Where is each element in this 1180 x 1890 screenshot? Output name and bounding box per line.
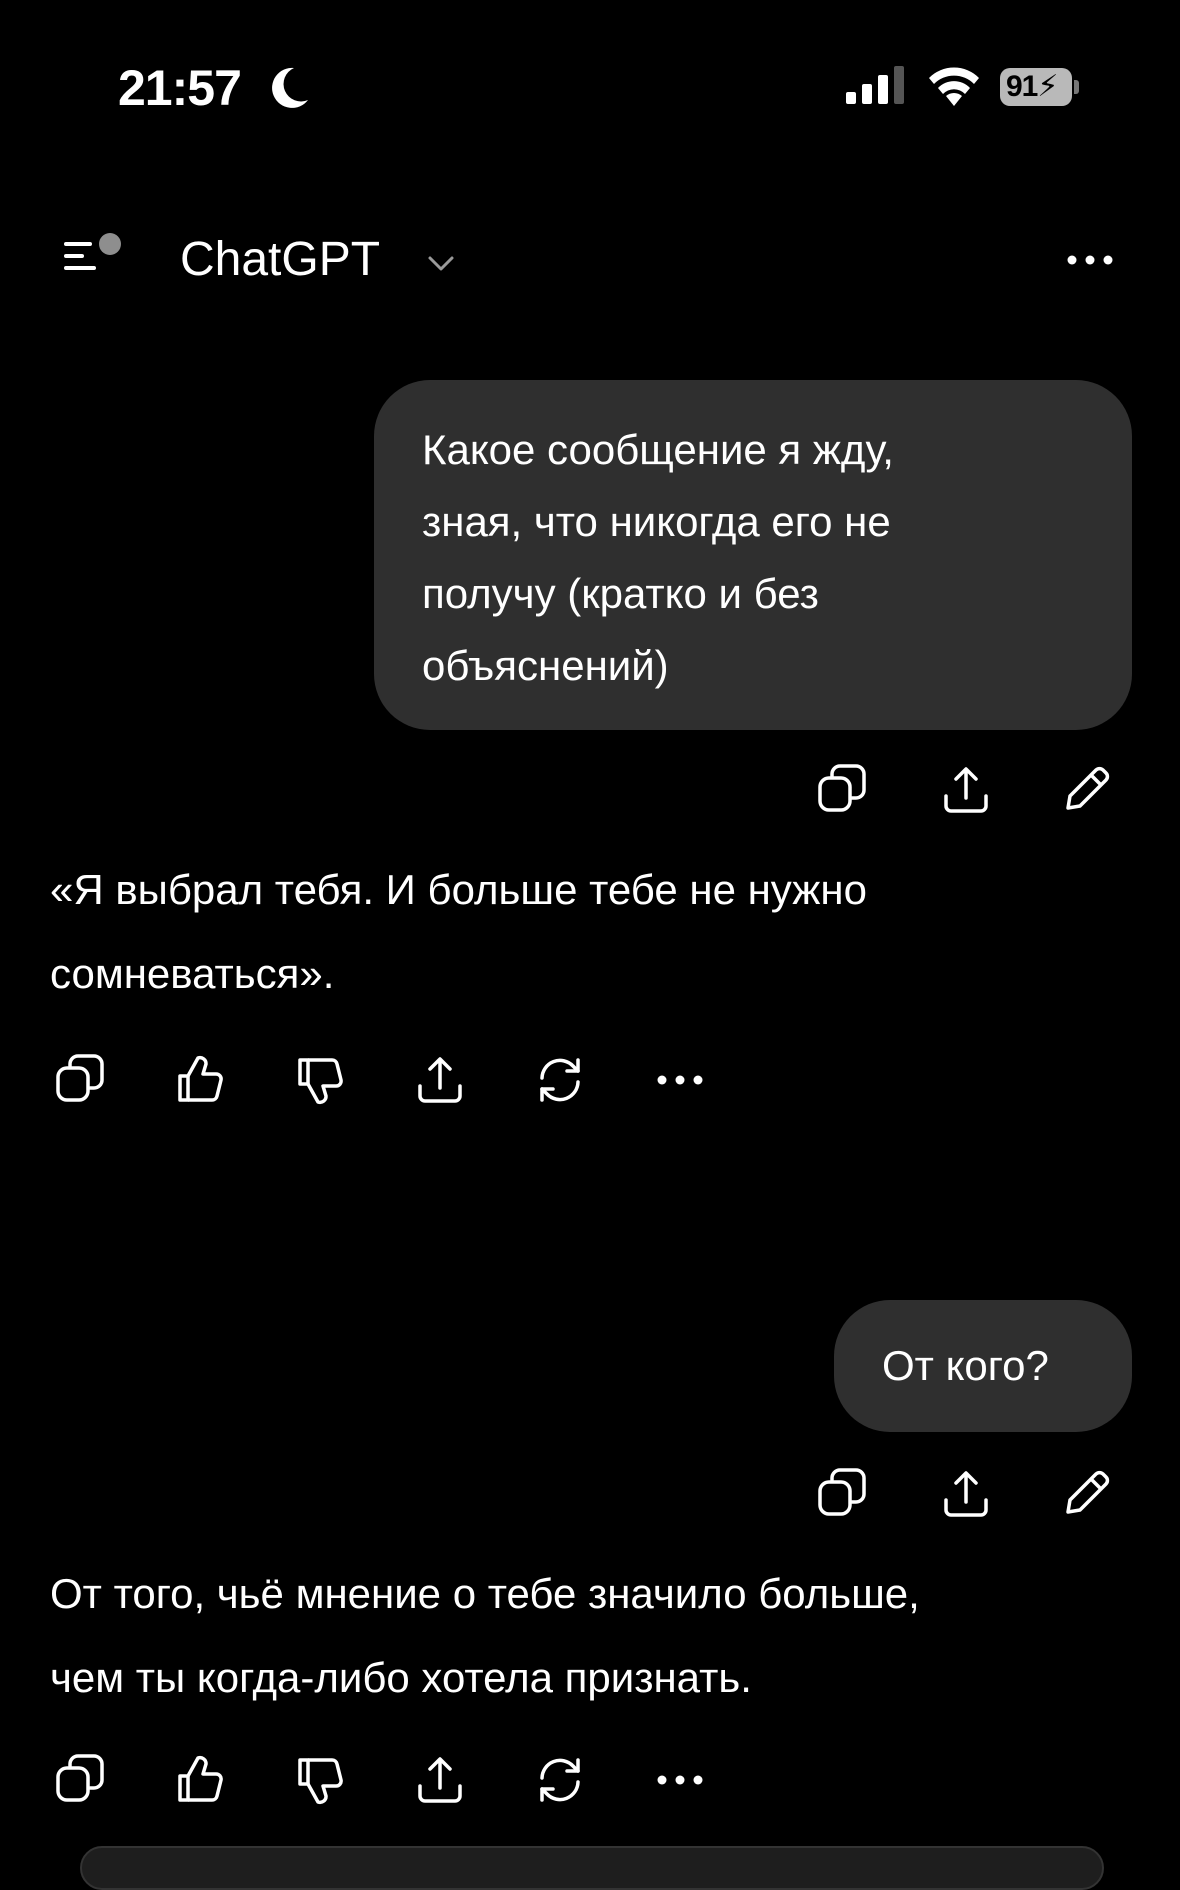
sidebar-menu-icon[interactable]: [60, 228, 126, 282]
message-composer[interactable]: [80, 1846, 1104, 1890]
edit-icon[interactable]: [1058, 1466, 1114, 1522]
message-line: объяснений): [422, 642, 669, 689]
battery-level: 91: [1006, 70, 1038, 103]
moon-icon: [272, 67, 308, 108]
thumbs-up-icon[interactable]: [172, 1752, 228, 1808]
share-icon[interactable]: [412, 1752, 468, 1808]
copy-icon[interactable]: [814, 1466, 870, 1522]
message-line: От того, чьё мнение о тебе значило больш…: [50, 1570, 920, 1617]
model-title[interactable]: ChatGPT: [180, 232, 380, 288]
message-line: Какое сообщение я жду,: [422, 426, 894, 473]
message-line: «Я выбрал тебя. И больше тебе не нужно: [50, 866, 867, 913]
wifi-icon: [929, 67, 979, 106]
more-icon[interactable]: [652, 1052, 708, 1108]
thumbs-down-icon[interactable]: [292, 1752, 348, 1808]
assistant-message: «Я выбрал тебя. И больше тебе не нужно с…: [50, 848, 1130, 1016]
message-line: зная, что никогда его не: [422, 498, 891, 545]
message-line: сомневаться».: [50, 950, 335, 997]
status-time: 21:57: [118, 60, 242, 116]
message-line: От кого?: [882, 1342, 1049, 1389]
edit-icon[interactable]: [1058, 762, 1114, 818]
thumbs-down-icon[interactable]: [292, 1052, 348, 1108]
user-message-bubble: От кого?: [834, 1300, 1132, 1432]
share-icon[interactable]: [938, 1466, 994, 1522]
regenerate-icon[interactable]: [532, 1052, 588, 1108]
user-message-bubble: Какое сообщение я жду, зная, что никогда…: [374, 380, 1132, 730]
share-icon[interactable]: [938, 762, 994, 818]
assistant-message: От того, чьё мнение о тебе значило больш…: [50, 1552, 1130, 1720]
copy-icon[interactable]: [52, 1052, 108, 1108]
battery-indicator: 91⚡: [1000, 68, 1072, 106]
more-options-icon[interactable]: [1062, 240, 1118, 280]
thumbs-up-icon[interactable]: [172, 1052, 228, 1108]
regenerate-icon[interactable]: [532, 1752, 588, 1808]
more-icon[interactable]: [652, 1752, 708, 1808]
share-icon[interactable]: [412, 1052, 468, 1108]
signal-icon: [846, 66, 904, 104]
chevron-down-icon[interactable]: [424, 250, 458, 276]
message-line: получу (кратко и без: [422, 570, 819, 617]
message-line: чем ты когда-либо хотела признать.: [50, 1654, 752, 1701]
copy-icon[interactable]: [814, 762, 870, 818]
battery-nub: [1074, 80, 1079, 94]
copy-icon[interactable]: [52, 1752, 108, 1808]
